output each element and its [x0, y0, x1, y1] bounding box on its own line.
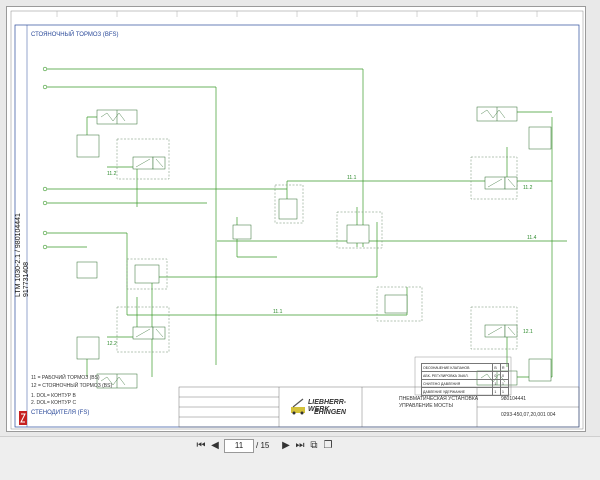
line-label: 12.1 [523, 329, 533, 335]
note-2: 12 = СТОЯНОЧНЫЙ ТОРМОЗ (BS) [31, 383, 113, 389]
liebherr-mark-icon [19, 411, 27, 425]
line-label: 11.1 [347, 175, 357, 181]
last-page-icon[interactable]: ⏭ [294, 440, 306, 452]
section-title-bottom: СТЕНОДИТЕЛЯ (FS) [31, 410, 90, 416]
line-label: 11.2 [523, 185, 533, 191]
copy-icon[interactable]: ⧉ [308, 440, 320, 452]
line-label: 11.2 [107, 171, 117, 177]
side-serial: 917731408 [23, 261, 30, 297]
line-label: 11.4 [527, 235, 537, 241]
table-row: ОБОЗНАЧЕНИЕ КЛАПАНОВ B R [420, 363, 509, 372]
pages-icon[interactable]: ❐ [322, 440, 334, 452]
drawing-title-2: УПРАВЛЕНИЕ МОСТЫ [399, 403, 453, 409]
side-model: LTM 1030-2.1 / 980104441 [15, 213, 22, 297]
note-3: 1. DOL= КОНТУР В [31, 393, 76, 399]
table-row: СНИГЕНО ДАВЛЕНИЯ 1 1 [420, 379, 509, 388]
page-total: / 15 [256, 441, 270, 450]
first-page-icon[interactable]: ⏮ [195, 440, 207, 452]
schematic-sheet: СТОЯНОЧНЫЙ ТОРМОЗ (BFS) СТЕНОДИТЕЛЯ (FS)… [6, 6, 586, 432]
section-title-top: СТОЯНОЧНЫЙ ТОРМОЗ (BFS) [31, 32, 119, 38]
page-number-input[interactable]: 11 [224, 439, 254, 453]
drawing-title-1: ПНЕВМАТИЧЕСКАЯ УСТАНОВКА [399, 396, 479, 402]
line-label: 11.1 [273, 309, 283, 315]
brand-logo: LIEBHERR-WERK EHINGEN [290, 397, 360, 421]
doc-number: 980104441 [501, 396, 527, 402]
table-row: ДАВЛЕНИЕ УДЕРЖАНИЕ 1 1 [420, 387, 509, 396]
doc-ref: 0293-450,07,20,001 004 [501, 412, 556, 418]
note-4: 2. DOL= КОНТУР С [31, 400, 77, 406]
legend-table: ОБОЗНАЧЕНИЕ КЛАПАНОВ B R АБК- РЕГУЛИРОВКА … [420, 363, 509, 396]
line-label: 12.2 [107, 341, 117, 347]
viewer-toolbar: ⏮ ◀ 11 / 15 ▶ ⏭ ⧉ ❐ [0, 436, 600, 480]
next-page-icon[interactable]: ▶ [280, 440, 292, 452]
table-row: АБК- РЕГУЛИРОВКА ЗЫКЛ. 0 0 [420, 371, 509, 380]
prev-page-icon[interactable]: ◀ [209, 440, 221, 452]
crane-icon [291, 398, 305, 415]
note-1: 11 = РАБОЧИЙ ТОРМОЗ (BS) [31, 375, 100, 381]
